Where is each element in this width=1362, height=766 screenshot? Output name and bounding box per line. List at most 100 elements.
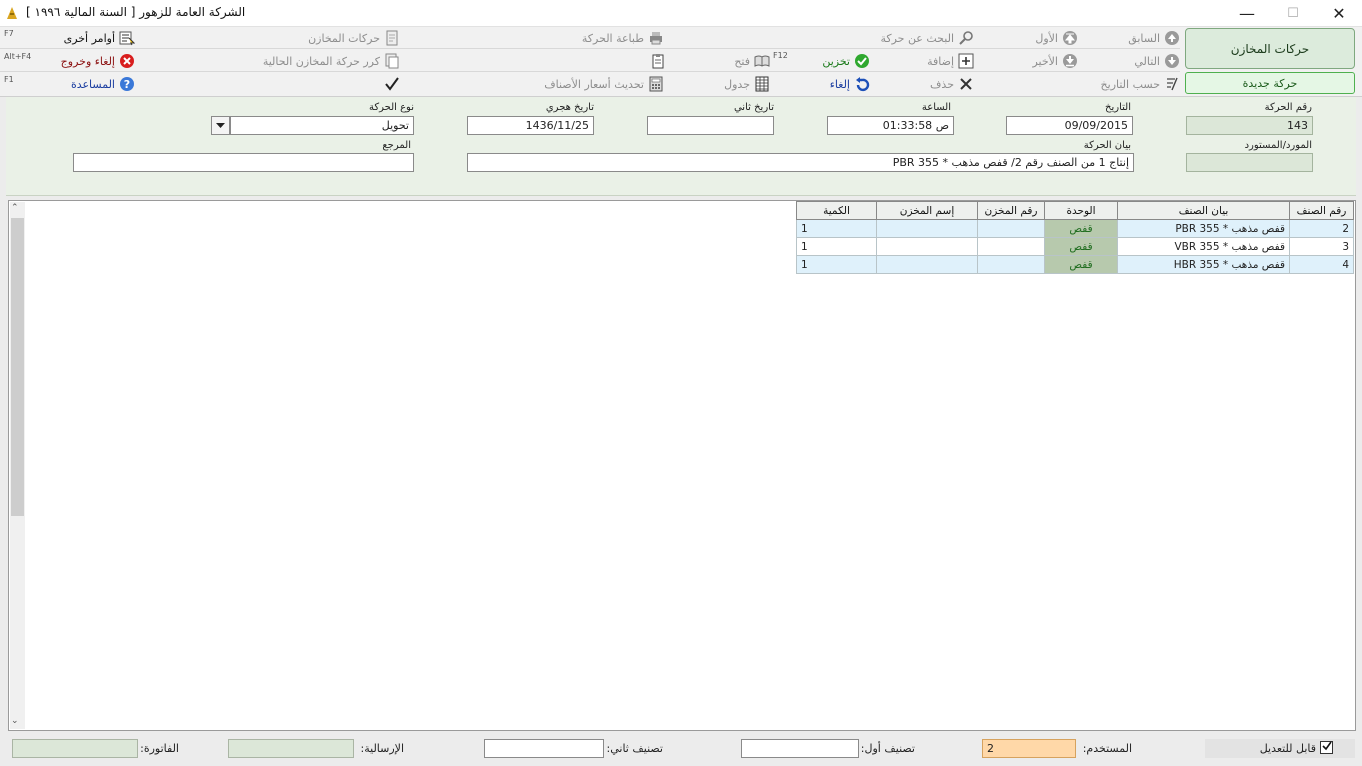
print-move-button[interactable]: طباعة الحركة — [582, 29, 664, 47]
move-number-field: 143 — [1186, 116, 1313, 135]
first-button[interactable]: الأول — [1035, 29, 1078, 47]
cell-qty[interactable]: 1 — [796, 219, 877, 238]
maximize-button[interactable]: ☐ — [1270, 0, 1316, 27]
table-row[interactable]: 3 قفص مذهب * 355 VBR قفص 1 — [796, 237, 1354, 256]
cell-store-no[interactable] — [977, 255, 1045, 274]
repeat-document-icon — [384, 53, 400, 69]
save-button[interactable]: تخزين — [822, 52, 870, 70]
time-label: الساعة — [921, 102, 951, 113]
class2-field[interactable] — [484, 739, 604, 758]
cancel-exit-button[interactable]: إلغاء وخروج — [61, 52, 135, 70]
fkey-f1: F1 — [4, 75, 14, 84]
previous-button[interactable]: السابق — [1128, 29, 1180, 47]
cell-store-no[interactable] — [977, 219, 1045, 238]
cell-item-desc[interactable]: قفص مذهب * 355 HBR — [1117, 255, 1290, 274]
fkey-f12: F12 — [773, 51, 788, 60]
cell-item-no[interactable]: 3 — [1289, 237, 1354, 256]
close-button[interactable]: ✕ — [1316, 0, 1362, 27]
new-move-button[interactable]: حركة جديدة — [1185, 72, 1355, 94]
search-move-label: البحث عن حركة — [880, 31, 954, 45]
open-label: فتح — [734, 54, 750, 68]
col-qty[interactable]: الكمية — [796, 201, 877, 220]
user-label: المستخدم: — [1082, 742, 1132, 755]
cell-store-name[interactable] — [876, 219, 978, 238]
grid-scrollbar-thumb[interactable] — [11, 218, 24, 516]
hijri-date-field[interactable]: 1436/11/25 — [467, 116, 594, 135]
second-date-field[interactable] — [647, 116, 774, 135]
open-book-icon — [754, 53, 770, 69]
status-bar — [0, 733, 1362, 766]
col-store-name[interactable]: إسم المخزن — [876, 201, 978, 220]
delete-label: حذف — [930, 77, 954, 91]
close-circle-icon — [119, 53, 135, 69]
table-button[interactable]: جدول — [724, 75, 770, 93]
cancel-button[interactable]: إلغاء — [830, 75, 870, 93]
scroll-up-icon[interactable]: ⌃ — [11, 203, 19, 213]
x-icon — [958, 76, 974, 92]
move-type-dropdown-button[interactable] — [211, 116, 230, 135]
cell-qty[interactable]: 1 — [796, 255, 877, 274]
update-prices-button[interactable]: تحديث أسعار الأصناف — [544, 75, 664, 93]
col-item-no[interactable]: رقم الصنف — [1289, 201, 1354, 220]
reference-field[interactable] — [73, 153, 414, 172]
cell-store-name[interactable] — [876, 237, 978, 256]
print-move-label: طباعة الحركة — [581, 31, 644, 45]
invoice-field — [12, 739, 138, 758]
items-table: رقم الصنف بيان الصنف الوحدة رقم المخزن إ… — [796, 201, 1354, 274]
class1-field[interactable] — [741, 739, 859, 758]
cell-item-desc[interactable]: قفص مذهب * 355 VBR — [1117, 237, 1290, 256]
cell-unit[interactable]: قفص — [1044, 219, 1118, 238]
table-label: جدول — [724, 77, 750, 91]
cell-store-no[interactable] — [977, 237, 1045, 256]
items-grid-container — [8, 200, 1356, 731]
cell-item-no[interactable]: 2 — [1289, 219, 1354, 238]
commands-icon — [119, 30, 135, 46]
search-move-button[interactable]: البحث عن حركة — [880, 29, 974, 47]
user-field: 2 — [982, 739, 1076, 758]
confirm-button[interactable] — [384, 75, 400, 93]
table-row[interactable]: 2 قفص مذهب * 355 PBR قفص 1 — [796, 219, 1354, 238]
cell-qty[interactable]: 1 — [796, 237, 877, 256]
table-row[interactable]: 4 قفص مذهب * 355 HBR قفص 1 — [796, 255, 1354, 274]
search-icon — [958, 30, 974, 46]
date-field[interactable]: 09/09/2015 — [1006, 116, 1133, 135]
update-prices-label: تحديث أسعار الأصناف — [544, 77, 644, 91]
description-field[interactable]: إنتاج 1 من الصنف رقم 2/ قفص مذهب * 355 P… — [467, 153, 1134, 172]
help-button[interactable]: ? المساعدة — [71, 75, 135, 93]
col-item-desc[interactable]: بيان الصنف — [1117, 201, 1290, 220]
warehouse-moves-tool[interactable]: حركات المخازن — [308, 29, 400, 47]
title-bar: الشركة العامة للزهور [ السنة المالية ١٩٩… — [0, 0, 1362, 27]
col-store-no[interactable]: رقم المخزن — [977, 201, 1045, 220]
sort-date-icon — [1164, 76, 1180, 92]
cell-item-no[interactable]: 4 — [1289, 255, 1354, 274]
scroll-down-icon[interactable]: ⌄ — [11, 716, 19, 726]
class2-label: تصنيف ثاني: — [606, 742, 663, 755]
cell-unit[interactable]: قفص — [1044, 255, 1118, 274]
other-commands-button[interactable]: أوامر أخرى — [64, 29, 135, 47]
col-unit[interactable]: الوحدة — [1044, 201, 1118, 220]
second-date-label: تاريخ ثاني — [733, 102, 774, 113]
warehouse-moves-button[interactable]: حركات المخازن — [1185, 28, 1355, 69]
last-button[interactable]: الأخير — [1032, 52, 1078, 70]
delete-button[interactable]: حذف — [930, 75, 974, 93]
repeat-move-button[interactable]: كرر حركة المخازن الحالية — [263, 52, 400, 70]
by-date-button[interactable]: حسب التاريخ — [1101, 75, 1180, 93]
editable-label: قابل للتعديل — [1259, 742, 1316, 755]
document-icon — [384, 30, 400, 46]
minimize-button[interactable]: — — [1224, 0, 1270, 27]
supplier-field — [1186, 153, 1313, 172]
move-type-select[interactable]: تحويل — [230, 116, 414, 135]
add-button[interactable]: إضافة — [927, 52, 974, 70]
clipboard-tool[interactable] — [650, 52, 666, 70]
time-field[interactable]: 01:33:58 ص — [827, 116, 954, 135]
cell-unit[interactable]: قفص — [1044, 237, 1118, 256]
dispatch-field — [228, 739, 354, 758]
dispatch-label: الإرسالية: — [360, 742, 404, 755]
cell-item-desc[interactable]: قفص مذهب * 355 PBR — [1117, 219, 1290, 238]
next-button[interactable]: التالي — [1134, 52, 1180, 70]
open-button[interactable]: فتح — [734, 52, 770, 70]
cell-store-name[interactable] — [876, 255, 978, 274]
app-icon — [4, 5, 20, 21]
editable-checkbox[interactable] — [1320, 741, 1333, 754]
svg-text:?: ? — [124, 78, 130, 91]
